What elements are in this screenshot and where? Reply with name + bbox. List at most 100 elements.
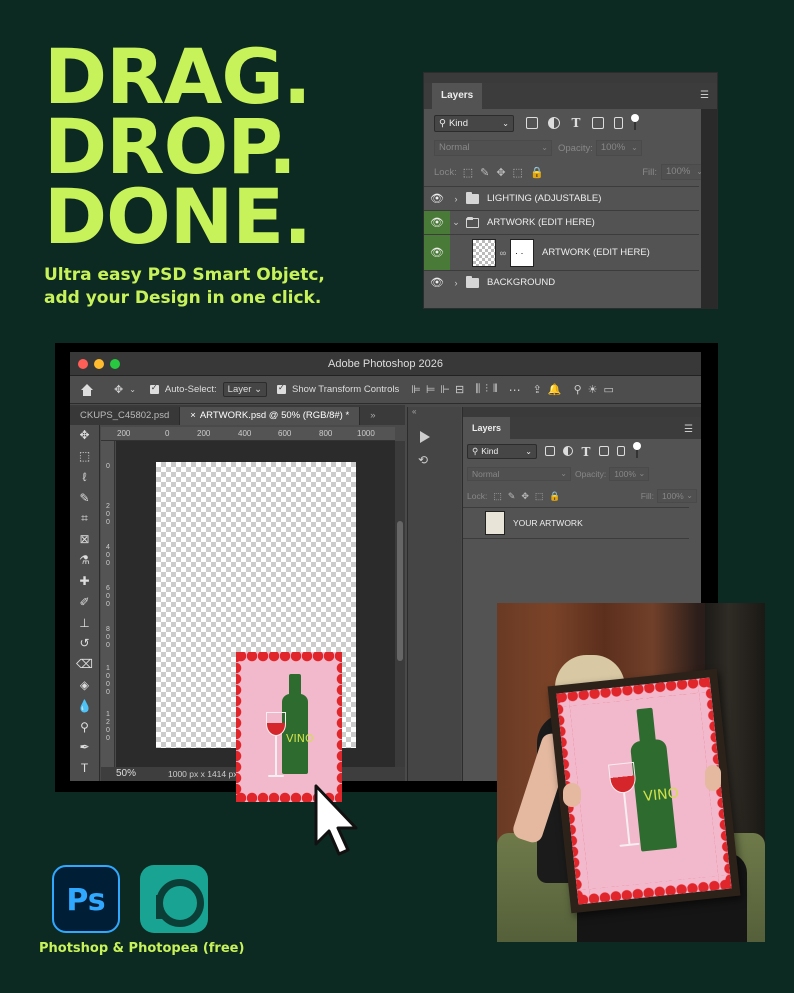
type-filter-icon[interactable]: T [570, 117, 582, 129]
ruler-label: 800 [319, 429, 333, 438]
adjustment-filter-icon[interactable] [548, 117, 560, 129]
bell-icon[interactable]: 🔔 [548, 383, 562, 396]
tab-artwork[interactable]: × ARTWORK.psd @ 50% (RGB/8#) * [180, 407, 361, 425]
search-icon[interactable]: ⚲ [574, 383, 582, 396]
workspace-icon[interactable]: ▭ [604, 383, 614, 396]
blend-mode-select[interactable]: Normal ⌄ [434, 140, 552, 156]
eye-icon[interactable]: 👁 [424, 187, 450, 210]
blend-mode-select[interactable]: Normal ⌄ [467, 467, 571, 481]
layer-row-background[interactable]: 👁 › BACKGROUND [424, 270, 699, 294]
auto-select-label: Auto-Select: [164, 384, 217, 395]
distribute-icons[interactable]: ⫼⫶⫴ [475, 383, 502, 396]
panel-scrollbar[interactable] [701, 109, 717, 309]
layer-row-artwork-group[interactable]: 👁 ⌄ ARTWORK (EDIT HERE) [424, 210, 699, 234]
layer-row-artwork-smart-object[interactable]: 👁 ∞ ARTWORK (EDIT HERE) [424, 234, 699, 270]
frame-tool-icon[interactable]: ⊠ [70, 529, 99, 550]
smart-object-thumbnail [472, 238, 496, 267]
actions-icon[interactable] [420, 431, 430, 443]
crop-tool-icon[interactable]: ⌗ [70, 508, 99, 529]
tabs-overflow-icon[interactable]: » [364, 407, 375, 425]
eye-icon[interactable]: 👁 [424, 235, 450, 270]
zoom-level[interactable]: 50% [116, 768, 136, 779]
chevron-right-icon[interactable]: › [450, 194, 462, 204]
healing-brush-tool-icon[interactable]: ✚ [70, 571, 99, 592]
transform-controls-checkbox[interactable] [277, 383, 287, 394]
minimize-button[interactable] [94, 359, 104, 369]
paint-bucket-tool-icon[interactable]: ◈ [70, 675, 99, 696]
close-button[interactable] [78, 359, 88, 369]
blur-tool-icon[interactable]: 💧 [70, 695, 99, 716]
home-icon[interactable] [80, 383, 94, 396]
chevron-down-icon[interactable]: ⌄ [129, 385, 136, 394]
filter-toggle[interactable] [633, 442, 641, 460]
eye-icon[interactable]: 👁 [424, 211, 450, 234]
history-brush-tool-icon[interactable]: ↺ [70, 633, 99, 654]
eyedropper-tool-icon[interactable]: ⚗ [70, 550, 99, 571]
eraser-tool-icon[interactable]: ⌫ [70, 654, 99, 675]
pen-tool-icon[interactable]: ✒ [70, 737, 99, 758]
lock-icons[interactable]: ⬚✎✥⬚🔒 [463, 166, 551, 179]
lasso-tool-icon[interactable]: ℓ [70, 467, 99, 488]
clone-stamp-tool-icon[interactable]: ⊥ [70, 612, 99, 633]
smart-object-filter-icon[interactable] [614, 117, 623, 129]
options-bar: ✥ ⌄ Auto-Select: Layer ⌄ Show Transform … [70, 376, 701, 404]
type-tool-icon[interactable]: T [70, 758, 99, 779]
dodge-tool-icon[interactable]: ⚲ [70, 716, 99, 737]
lightbulb-icon[interactable]: ☀ [588, 383, 598, 396]
opacity-value: 100% [614, 469, 636, 479]
adjustment-filter-icon[interactable] [563, 446, 573, 456]
shape-filter-icon[interactable] [599, 446, 609, 456]
layer-row-lighting[interactable]: 👁 › LIGHTING (ADJUSTABLE) [424, 186, 699, 210]
quick-select-tool-icon[interactable]: ✎ [70, 487, 99, 508]
artwork-poster-dragged[interactable]: VINO [236, 652, 342, 802]
zoom-button[interactable] [110, 359, 120, 369]
image-filter-icon[interactable] [545, 446, 555, 456]
layer-name: YOUR ARTWORK [513, 518, 583, 528]
marquee-tool-icon[interactable]: ⬚ [70, 446, 99, 467]
kind-filter-select[interactable]: ⚲ Kind ⌄ [467, 443, 537, 459]
more-options-icon[interactable]: ⋯ [509, 383, 521, 397]
link-icon[interactable]: ∞ [499, 248, 507, 258]
auto-select-dropdown[interactable]: Layer ⌄ [222, 382, 268, 397]
filter-toggle[interactable] [631, 114, 639, 132]
move-tool-icon[interactable]: ✥ [114, 383, 123, 396]
smart-object-filter-icon[interactable] [617, 446, 625, 456]
folder-icon [466, 275, 479, 288]
history-icon[interactable]: ⟲ [418, 453, 461, 467]
ruler-label: 6 0 0 [106, 585, 110, 608]
collapse-icon[interactable]: « [408, 407, 461, 421]
opacity-field[interactable]: 100% ⌄ [609, 467, 650, 481]
chevron-down-icon: ⌄ [638, 469, 646, 478]
layer-thumbnail [485, 511, 505, 535]
mockup-photo: VINO [497, 603, 765, 942]
auto-select-checkbox[interactable] [149, 383, 159, 394]
ruler-label: 2 0 0 [106, 503, 110, 526]
canvas-scrollbar[interactable] [395, 441, 405, 767]
layer-row-your-artwork[interactable]: YOUR ARTWORK [463, 507, 689, 539]
share-icon[interactable]: ⇪ [533, 383, 542, 396]
subtitle-line-1: Ultra easy PSD Smart Objetc, [44, 265, 325, 285]
chevron-right-icon[interactable]: › [450, 278, 462, 288]
fill-field[interactable]: 100% ⌄ [657, 489, 697, 503]
kind-filter-select[interactable]: ⚲ Kind ⌄ [434, 114, 514, 132]
window-title: Adobe Photoshop 2026 [328, 358, 443, 370]
tab-layers[interactable]: Layers [463, 417, 511, 439]
close-icon[interactable]: × [190, 410, 196, 421]
align-icons[interactable]: ⊫⊨⊩⊟ [411, 383, 469, 396]
tab-mockups[interactable]: CKUPS_C45802.psd [70, 407, 181, 425]
brush-tool-icon[interactable]: ✐ [70, 591, 99, 612]
move-tool-icon[interactable]: ✥ [70, 425, 99, 446]
image-filter-icon[interactable] [526, 117, 538, 129]
tab-layers[interactable]: Layers [432, 83, 483, 109]
type-filter-icon[interactable]: T [581, 446, 591, 458]
panel-menu-icon[interactable]: ☰ [700, 91, 709, 101]
lock-icons[interactable]: ⬚✎✥⬚🔒 [493, 491, 566, 502]
shape-filter-icon[interactable] [592, 117, 604, 129]
eye-icon[interactable]: 👁 [424, 271, 450, 294]
filter-row: ⚲ Kind ⌄ T [463, 439, 701, 463]
panel-menu-icon[interactable]: ☰ [684, 425, 693, 435]
blend-mode-value: Normal [472, 469, 500, 479]
chevron-down-icon[interactable]: ⌄ [450, 217, 462, 228]
panel-tabbar: Layers ☰ [424, 83, 717, 109]
opacity-field[interactable]: 100% ⌄ [595, 140, 642, 156]
